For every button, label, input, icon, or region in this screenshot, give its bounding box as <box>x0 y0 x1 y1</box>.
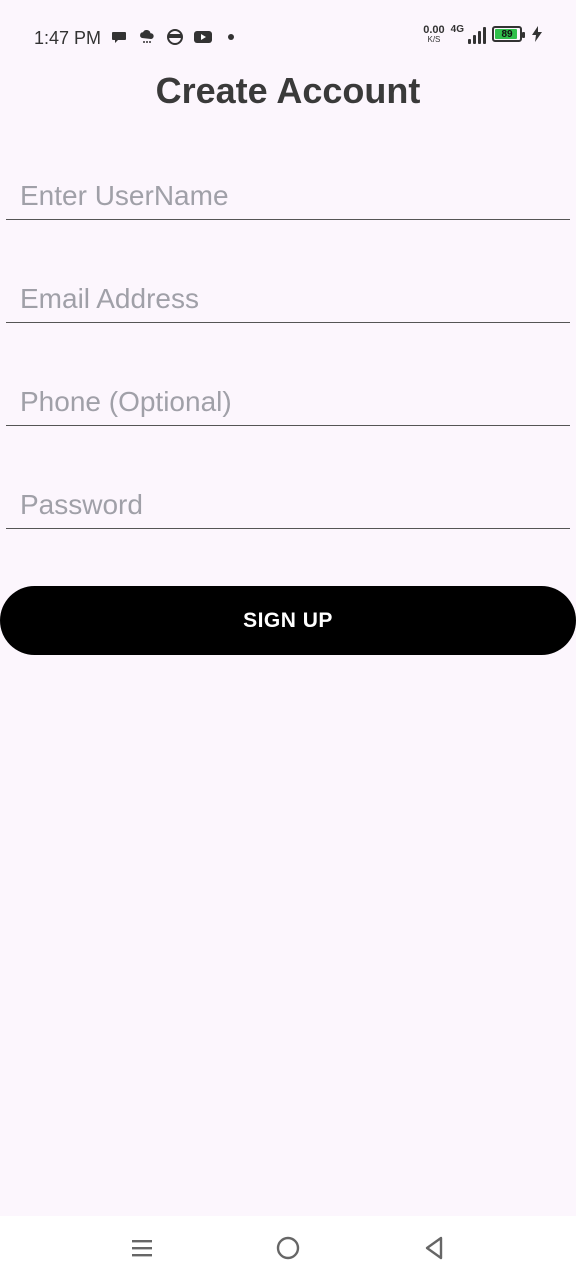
email-field <box>6 263 570 323</box>
username-field <box>6 160 570 220</box>
password-input[interactable] <box>6 469 570 528</box>
menu-icon[interactable] <box>124 1230 160 1266</box>
signal-bar <box>473 35 476 44</box>
youtube-icon <box>194 28 212 46</box>
navigation-bar <box>0 1216 576 1280</box>
status-time: 1:47 PM <box>34 28 102 48</box>
net-speed: 0.00 K/S <box>423 23 445 44</box>
username-input[interactable] <box>6 160 570 219</box>
system-status: 0.00 K/S 4G 89 <box>423 24 546 44</box>
net-speed-value: 0.00 <box>423 23 445 36</box>
status-bar: 1:47 PM 0.00 K/S 4G 89 <box>0 0 576 64</box>
signal-strength-icon: 4G <box>451 24 486 44</box>
page-title: Create Account <box>155 70 421 111</box>
email-input[interactable] <box>6 263 570 322</box>
signal-bar <box>468 39 471 44</box>
notification-icons <box>110 28 240 46</box>
password-field <box>6 469 570 529</box>
signal-bar <box>483 27 486 44</box>
back-icon[interactable] <box>416 1230 452 1266</box>
circle-app-icon <box>166 28 184 46</box>
network-type: 4G <box>450 24 464 35</box>
cloud-rain-icon <box>138 28 156 46</box>
dot-icon <box>222 28 240 46</box>
bolt-icon <box>528 25 546 43</box>
signup-button[interactable]: SIGN UP <box>0 586 576 655</box>
phone-input[interactable] <box>6 366 570 425</box>
signal-bar <box>478 31 481 44</box>
chat-bubble-icon <box>110 28 128 46</box>
net-speed-unit: K/S <box>427 34 441 44</box>
battery-icon: 89 <box>492 26 525 42</box>
home-icon[interactable] <box>270 1230 306 1266</box>
battery-level: 89 <box>501 28 513 40</box>
phone-field <box>6 366 570 426</box>
